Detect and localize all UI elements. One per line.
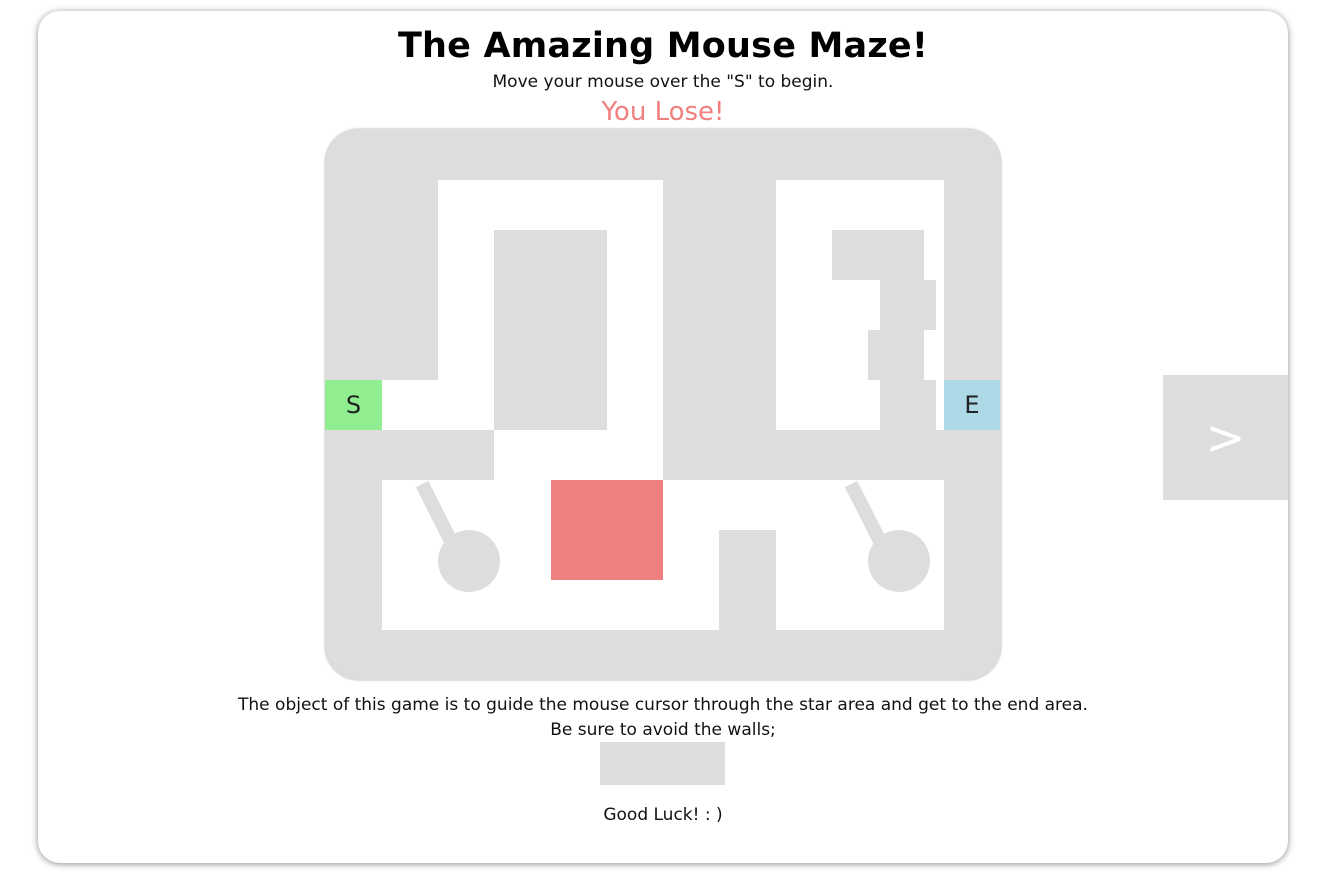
maze-walls[interactable] [325,129,1001,680]
path-segment[interactable] [494,430,663,480]
swinging-ball-right[interactable] [868,530,930,592]
start-area[interactable]: S [325,380,382,430]
good-luck-text: Good Luck! : ) [603,805,723,825]
wall-sample-swatch [600,742,725,785]
wall-warning-text: Be sure to avoid the walls; [550,720,776,740]
path-segment[interactable] [776,180,832,430]
end-area[interactable]: E [944,380,1000,430]
wall-block[interactable] [880,380,936,430]
end-label: E [964,391,980,419]
start-label: S [345,391,362,419]
game-status-message: You Lose! [601,97,725,127]
hazard-block[interactable] [551,480,663,580]
maze-board[interactable]: S E [325,129,1001,680]
start-instruction: Move your mouse over the "S" to begin. [492,72,834,92]
wall-block[interactable] [868,230,924,280]
wall-block[interactable] [832,430,944,480]
wall-block[interactable] [719,530,776,630]
path-segment[interactable] [382,380,494,430]
page-title: The Amazing Mouse Maze! [397,26,929,66]
wall-block[interactable] [494,230,607,430]
wall-block[interactable] [880,280,936,330]
swinging-ball-left[interactable] [438,530,500,592]
wall-block[interactable] [868,330,924,380]
game-card: The Amazing Mouse Maze! Move your mouse … [38,11,1288,863]
instructions-text: The object of this game is to guide the … [238,695,1088,715]
next-level-button[interactable]: > [1163,375,1288,500]
